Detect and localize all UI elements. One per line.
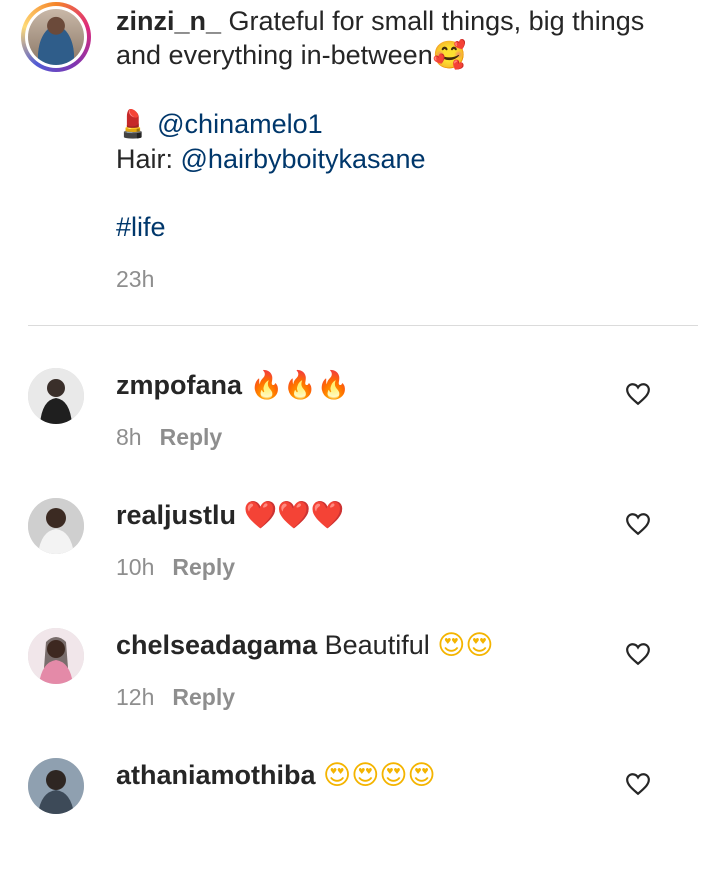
heart-outline-icon[interactable]	[625, 512, 651, 536]
heart-outline-icon[interactable]	[625, 382, 651, 406]
comment-text: athaniamothiba 😍😍😍😍	[116, 758, 436, 793]
comment-meta: 8h Reply	[116, 424, 222, 451]
mention-hair[interactable]: @hairbyboitykasane	[181, 144, 426, 174]
commenter-avatar[interactable]	[28, 368, 84, 424]
comment-text: chelseadagama Beautiful 😍😍	[116, 628, 494, 663]
commenter-username[interactable]: athaniamothiba	[116, 760, 316, 790]
comment-body: Beautiful	[324, 630, 438, 660]
comment-time: 10h	[116, 554, 155, 580]
post-timestamp: 23h	[116, 266, 155, 292]
divider	[28, 325, 698, 326]
author-photo	[28, 9, 84, 65]
caption-text: zinzi_n_ Grateful for small things, big …	[116, 4, 696, 244]
caption-line-1: Grateful for small things, big things	[221, 6, 645, 36]
comment-item: realjustlu ❤️❤️❤️ 10h Reply	[0, 498, 720, 628]
comment-text: zmpofana 🔥🔥🔥	[116, 368, 350, 403]
commenter-username[interactable]: zmpofana	[116, 370, 242, 400]
heart-eyes-emoji: 😍😍😍😍	[323, 760, 436, 791]
commenter-username[interactable]: chelseadagama	[116, 630, 317, 660]
commenter-username[interactable]: realjustlu	[116, 500, 236, 530]
comment-item: athaniamothiba 😍😍😍😍	[0, 758, 720, 888]
author-avatar[interactable]	[21, 2, 91, 72]
comment-meta: 12h Reply	[116, 684, 235, 711]
comment-time: 8h	[116, 424, 142, 450]
heart-outline-icon[interactable]	[625, 772, 651, 796]
reply-button[interactable]: Reply	[172, 554, 235, 580]
hashtag-life[interactable]: #life	[116, 212, 166, 242]
author-username[interactable]: zinzi_n_	[116, 6, 221, 36]
heart-outline-icon[interactable]	[625, 642, 651, 666]
comment-meta: 10h Reply	[116, 554, 235, 581]
commenter-avatar[interactable]	[28, 498, 84, 554]
commenter-avatar[interactable]	[28, 628, 84, 684]
commenter-avatar[interactable]	[28, 758, 84, 814]
post-caption: zinzi_n_ Grateful for small things, big …	[0, 0, 720, 326]
red-heart-emoji: ❤️❤️❤️	[243, 500, 345, 531]
reply-button[interactable]: Reply	[172, 684, 235, 710]
heart-eyes-emoji: 😍😍	[437, 630, 494, 661]
comment-time: 12h	[116, 684, 155, 710]
smiling-hearts-emoji: 🥰	[432, 40, 467, 71]
lipstick-emoji: 💄	[116, 109, 150, 140]
comment-text: realjustlu ❤️❤️❤️	[116, 498, 344, 533]
comment-item: chelseadagama Beautiful 😍😍 12h Reply	[0, 628, 720, 758]
hair-label: Hair:	[116, 144, 181, 174]
comment-item: zmpofana 🔥🔥🔥 8h Reply	[0, 368, 720, 498]
reply-button[interactable]: Reply	[160, 424, 223, 450]
caption-line-2: and everything in-between	[116, 40, 433, 70]
mention-makeup[interactable]: @chinamelo1	[157, 109, 323, 139]
fire-emoji: 🔥🔥🔥	[249, 370, 351, 401]
